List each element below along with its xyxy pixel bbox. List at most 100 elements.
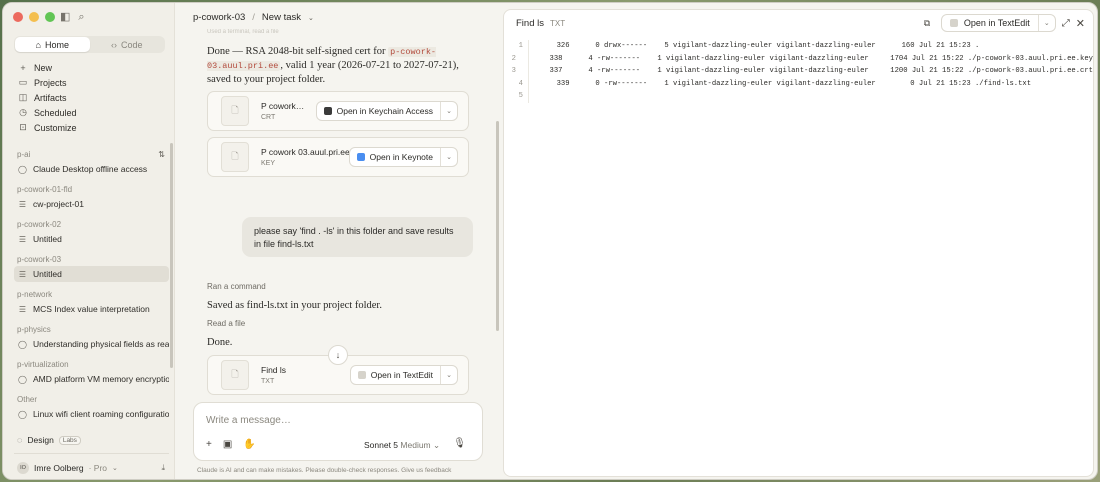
list-item[interactable]: ◯ Claude Desktop offline access [14, 161, 169, 177]
chevron-down-icon[interactable]: ⌄ [441, 153, 457, 161]
nav-projects[interactable]: ▭ Projects [14, 75, 169, 90]
user-menu[interactable]: IO Imre Oolberg · Pro ⌄ ⤓ [14, 460, 169, 476]
viewer-actions: ⧉ Open in TextEdit ⌄ ⤢ ✕ [919, 14, 1085, 32]
document-icon: 🗋 [221, 360, 249, 390]
open-in-app-button[interactable]: Open in TextEdit ⌄ [349, 365, 458, 385]
tab-home[interactable]: ⌂ Home [15, 37, 90, 52]
list-item[interactable]: ◯ Understanding physical fields as real [14, 336, 169, 352]
open-label: Open in Keynote [369, 152, 433, 162]
artifacts-icon: ◫ [18, 92, 28, 102]
file-card-crt[interactable]: 🗋 P cowork… CRT Open in Keychain Access … [207, 91, 469, 131]
user-message-text: please say 'find . -ls' in this folder a… [254, 226, 454, 249]
tab-code[interactable]: ‹› Code [90, 37, 165, 52]
download-icon[interactable]: ⤓ [161, 463, 165, 473]
nav-new[interactable]: + New [14, 60, 169, 75]
folder-icon[interactable]: ▣ [223, 439, 232, 450]
line-number: 4 [518, 79, 523, 88]
open-in-keynote-button[interactable]: Open in Keynote [350, 148, 441, 166]
plus-icon: + [20, 62, 26, 73]
group-label: p-ai ⇅ [14, 148, 169, 161]
nav-artifacts[interactable]: ◫ Artifacts [14, 90, 169, 105]
viewer-title: Find ls [516, 17, 544, 29]
keychain-app-icon [323, 107, 332, 115]
read-file-label[interactable]: Read a file [207, 319, 245, 328]
chat-icon: ◯ [18, 164, 27, 174]
list-item[interactable]: ☰ MCS Index value interpretation [14, 301, 169, 317]
code-line: 2 338 4 -rw------- 1 vigilant-dazzling-e… [504, 53, 1093, 66]
list-item[interactable]: ☰ Untitled [14, 231, 169, 247]
group-label: p-virtualization [14, 358, 169, 371]
divider [14, 453, 169, 454]
nav-customize[interactable]: ⊡ Customize [14, 120, 169, 135]
sidebar-scrollbar[interactable] [170, 143, 173, 368]
open-in-textedit-button[interactable]: Open in TextEdit [351, 366, 441, 384]
line-text: 326 0 drwx------ 5 vigilant-dazzling-eul… [535, 42, 980, 51]
list-item[interactable]: ☰ cw-project-01 [14, 196, 169, 212]
group-label: p-network [14, 288, 169, 301]
line-text: 338 4 -rw------- 1 vigilant-dazzling-eul… [527, 54, 1093, 63]
file-type: TXT [261, 378, 275, 385]
line-number: 2 [511, 54, 516, 63]
plus-icon[interactable]: + [206, 439, 212, 450]
chevron-down-icon[interactable]: ⌄ [308, 14, 314, 22]
breadcrumb-project[interactable]: p-cowork-03 [193, 12, 245, 23]
close-icon[interactable]: ✕ [1076, 17, 1085, 30]
group-label: Other [14, 393, 169, 406]
list-item-selected[interactable]: ☰ Untitled [14, 266, 169, 282]
disclaimer: Claude is AI and can make mistakes. Plea… [197, 467, 452, 474]
faded-activity-label: Used a terminal, read a file [207, 29, 279, 35]
labs-badge: Labs [58, 435, 81, 445]
zoom-window-button[interactable] [45, 12, 55, 22]
sidebar-top-icons: ◧ ⌕ [60, 11, 85, 23]
open-label: Open in TextEdit [370, 370, 433, 380]
list-item[interactable]: ◯ AMD platform VM memory encryption [14, 371, 169, 387]
chevron-down-icon[interactable]: ⌄ [1039, 19, 1055, 27]
file-viewer: Find ls TXT ⧉ Open in TextEdit ⌄ ⤢ ✕ 1 3… [503, 9, 1094, 477]
open-in-textedit-button[interactable]: Open in TextEdit [942, 15, 1039, 31]
file-type: CRT [261, 114, 276, 121]
open-in-app-button[interactable]: Open in Keynote ⌄ [348, 147, 458, 167]
folder-icon: ▭ [18, 77, 28, 87]
task-icon: ☰ [18, 234, 27, 244]
arrow-down-icon: ↓ [335, 350, 341, 360]
assistant-reply-2: Saved as find-ls.txt in your project fol… [207, 300, 382, 311]
filter-icon[interactable]: ⇅ [158, 150, 165, 159]
scroll-to-bottom-button[interactable]: ↓ [328, 345, 348, 365]
file-card-key[interactable]: 🗋 P cowork 03.auul.pri.ee KEY Open in Ke… [207, 137, 469, 177]
group-label-text: p-physics [17, 325, 51, 334]
search-icon[interactable]: ⌕ [78, 11, 84, 23]
microphone-icon[interactable]: 🎙 [453, 438, 466, 449]
design-icon: ◌ [17, 435, 23, 445]
chat-scrollbar[interactable] [496, 121, 499, 331]
open-in-keychain-button[interactable]: Open in Keychain Access [317, 102, 441, 120]
list-item-label: cw-project-01 [33, 199, 85, 209]
nav-scheduled[interactable]: ◷ Scheduled [14, 105, 169, 120]
sidebar-toggle-icon[interactable]: ◧ [60, 11, 70, 23]
ran-command-label[interactable]: Ran a command [207, 282, 266, 291]
viewer-type: TXT [549, 18, 566, 28]
textedit-app-icon [357, 371, 366, 379]
design-item[interactable]: ◌ Design Labs [14, 433, 169, 447]
close-window-button[interactable] [13, 12, 23, 22]
chevron-down-icon[interactable]: ⌄ [441, 371, 457, 379]
chat-panel: p-cowork-03 / New task ⌄ Used a terminal… [175, 3, 501, 479]
minimize-window-button[interactable] [29, 12, 39, 22]
file-name: Find ls [261, 365, 287, 375]
model-selector[interactable]: Sonnet 5 Medium ⌄ [364, 440, 440, 451]
message-input[interactable]: Write a message… [206, 415, 291, 426]
breadcrumb-task[interactable]: New task [262, 12, 301, 23]
expand-icon[interactable]: ⤢ [1062, 18, 1070, 29]
file-meta: Find ls TXT [261, 365, 323, 385]
list-item[interactable]: ◯ Linux wifi client roaming configuratio… [14, 406, 169, 422]
code-line: 3 337 4 -rw------- 1 vigilant-dazzling-e… [504, 65, 1093, 78]
open-in-app-button[interactable]: Open in TextEdit ⌄ [940, 14, 1056, 32]
copy-icon[interactable]: ⧉ [919, 18, 935, 29]
list-item-label: MCS Index value interpretation [33, 304, 150, 314]
message-list: Used a terminal, read a file Done — RSA … [175, 29, 501, 399]
line-text: 339 0 -rw------- 1 vigilant-dazzling-eul… [535, 79, 1032, 88]
hand-icon[interactable]: ✋ [243, 439, 255, 450]
message-composer[interactable]: Write a message… + ▣ ✋ Sonnet 5 Medium ⌄… [193, 402, 483, 461]
chevron-down-icon[interactable]: ⌄ [441, 107, 457, 115]
open-in-app-button[interactable]: Open in Keychain Access ⌄ [315, 101, 458, 121]
list-item-label: AMD platform VM memory encryption [32, 374, 169, 384]
